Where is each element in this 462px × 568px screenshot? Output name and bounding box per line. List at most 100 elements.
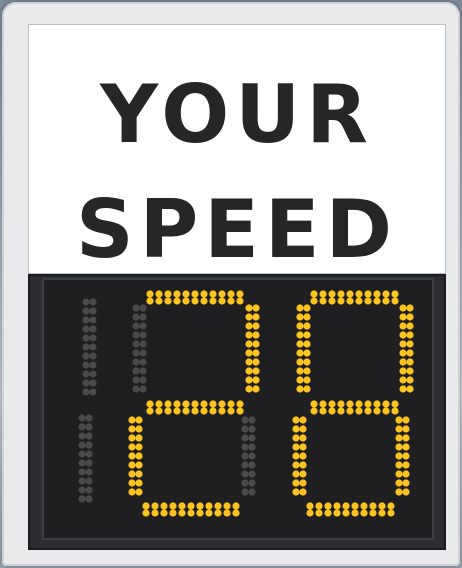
digit-3-seg-c-dot xyxy=(402,479,410,487)
digit-3-seg-g-dot xyxy=(346,400,354,408)
digit-3-seg-b-dot xyxy=(406,358,414,366)
digit-3-seg-f-dot xyxy=(296,313,304,321)
digit-3-seg-a-dot xyxy=(328,297,336,305)
digit-3-seg-a-dot xyxy=(391,297,399,305)
digit-2-seg-f-dot xyxy=(139,376,147,384)
digit-1-seg-b-dot xyxy=(82,361,90,369)
digit-2-seg-c-dot xyxy=(248,425,256,433)
digit-3-seg-a-dot xyxy=(346,297,354,305)
digit-1-seg-c-dot xyxy=(78,450,86,458)
digit-3-seg-f-dot xyxy=(303,331,311,339)
digit-1-seg-c-dot xyxy=(78,459,86,467)
digit-3-seg-f-dot xyxy=(303,376,311,384)
digit-2-seg-g-dot xyxy=(191,400,199,408)
digit-3-seg-d-dot xyxy=(306,502,314,510)
digit-2-seg-e-dot xyxy=(135,434,143,442)
digit-2-seg-c-dot xyxy=(241,434,249,442)
digit-3-seg-g-dot xyxy=(364,400,372,408)
digit-2-seg-e-dot xyxy=(135,479,143,487)
digit-3-seg-g-dot xyxy=(310,400,318,408)
digit-1-seg-b-dot xyxy=(82,316,90,324)
digit-3-seg-f-dot xyxy=(296,331,304,339)
digit-2-seg-g-dot xyxy=(164,400,172,408)
digit-3-seg-g-dot xyxy=(373,400,381,408)
digit-1-seg-b-dot xyxy=(82,307,90,315)
digit-1-seg-b-dot xyxy=(82,325,90,333)
digit-3-seg-c-dot xyxy=(402,425,410,433)
digit-3-seg-a-dot xyxy=(391,290,399,298)
digit-3-seg-g-dot xyxy=(337,400,345,408)
digit-2-seg-e-dot xyxy=(135,488,143,496)
digit-2-seg-b-dot xyxy=(245,358,253,366)
digit-1-seg-c-dot xyxy=(78,441,86,449)
digit-1-seg-c-dot xyxy=(85,477,93,485)
digit-2-seg-f-dot xyxy=(139,367,147,375)
digit-2-seg-a-dot xyxy=(182,290,190,298)
digit-3-seg-g-dot xyxy=(382,407,390,415)
digit-3-seg-g-dot xyxy=(382,400,390,408)
digit-3-seg-b-dot xyxy=(399,331,407,339)
digit-2-seg-c-dot xyxy=(248,443,256,451)
digit-2-seg-a-dot xyxy=(155,290,163,298)
digit-1-seg-b-dot xyxy=(82,343,90,351)
digit-2-seg-d-dot xyxy=(214,509,222,517)
digit-3-seg-e-dot xyxy=(292,434,300,442)
digit-1-seg-b-dot xyxy=(82,334,90,342)
title-line-your: YOUR xyxy=(100,68,374,161)
digit-2-seg-g-dot xyxy=(227,407,235,415)
digit-3-seg-e-dot xyxy=(299,425,307,433)
digit-3-seg-c-dot xyxy=(395,488,403,496)
digit-2-seg-a-dot xyxy=(164,297,172,305)
digit-3-seg-b-dot xyxy=(399,376,407,384)
digit-3-seg-c-dot xyxy=(402,434,410,442)
digit-2-seg-f-dot xyxy=(132,313,140,321)
digit-3-seg-g-dot xyxy=(328,400,336,408)
digit-1-seg-b-dot xyxy=(89,388,97,396)
digit-3-seg-f-dot xyxy=(303,385,311,393)
digit-3-seg-f-dot xyxy=(296,349,304,357)
digit-2-seg-a-dot xyxy=(209,290,217,298)
digit-2-seg-b-dot xyxy=(245,313,253,321)
digit-3-seg-g-dot xyxy=(391,407,399,415)
digit-3-seg-b-dot xyxy=(406,367,414,375)
digit-3-seg-f-dot xyxy=(296,367,304,375)
speed-sign-scene: YOUR SPEED 28 xyxy=(0,0,462,568)
digit-3-seg-f-dot xyxy=(296,304,304,312)
digit-3-seg-e-dot xyxy=(299,443,307,451)
digit-3-seg-g-dot xyxy=(337,407,345,415)
digit-2-seg-d-dot xyxy=(232,502,240,510)
digit-2-seg-f-dot xyxy=(139,331,147,339)
digit-2-seg-a-dot xyxy=(209,297,217,305)
digit-2-seg-b-dot xyxy=(245,349,253,357)
digit-3-seg-f-dot xyxy=(296,358,304,366)
digit-3-seg-g-dot xyxy=(364,407,372,415)
digit-2-seg-g-dot xyxy=(146,400,154,408)
digit-2-seg-f-dot xyxy=(132,331,140,339)
digit-1-seg-b-dot xyxy=(89,298,97,306)
digit-1-seg-b-dot xyxy=(82,370,90,378)
digit-2-seg-g-dot xyxy=(164,407,172,415)
digit-1-seg-c-dot xyxy=(78,432,86,440)
led-display-housing: 28 xyxy=(28,274,446,550)
digit-2-seg-c-dot xyxy=(241,461,249,469)
digit-2-seg-b-dot xyxy=(252,322,260,330)
digit-3-seg-a-dot xyxy=(346,290,354,298)
digit-1-seg-c-dot xyxy=(85,495,93,503)
digit-3-seg-c-dot xyxy=(402,443,410,451)
digit-3-seg-b-dot xyxy=(399,349,407,357)
digit-2-seg-c-dot xyxy=(241,479,249,487)
digit-3-seg-f-dot xyxy=(303,304,311,312)
digit-2-seg-d-dot xyxy=(196,509,204,517)
digit-2-seg-a-dot xyxy=(155,297,163,305)
digit-2-seg-c-dot xyxy=(241,488,249,496)
digit-3-seg-f-dot xyxy=(303,349,311,357)
digit-2-seg-f-dot xyxy=(132,376,140,384)
digit-2-seg-b-dot xyxy=(252,313,260,321)
digit-3-seg-b-dot xyxy=(399,358,407,366)
digit-1-seg-c-dot xyxy=(85,432,93,440)
digit-1-seg-b-dot xyxy=(89,370,97,378)
digit-2-seg-e-dot xyxy=(128,416,136,424)
digit-2-seg-g-dot xyxy=(236,407,244,415)
digit-3-seg-d-dot xyxy=(360,502,368,510)
digit-1-seg-c-dot xyxy=(85,486,93,494)
